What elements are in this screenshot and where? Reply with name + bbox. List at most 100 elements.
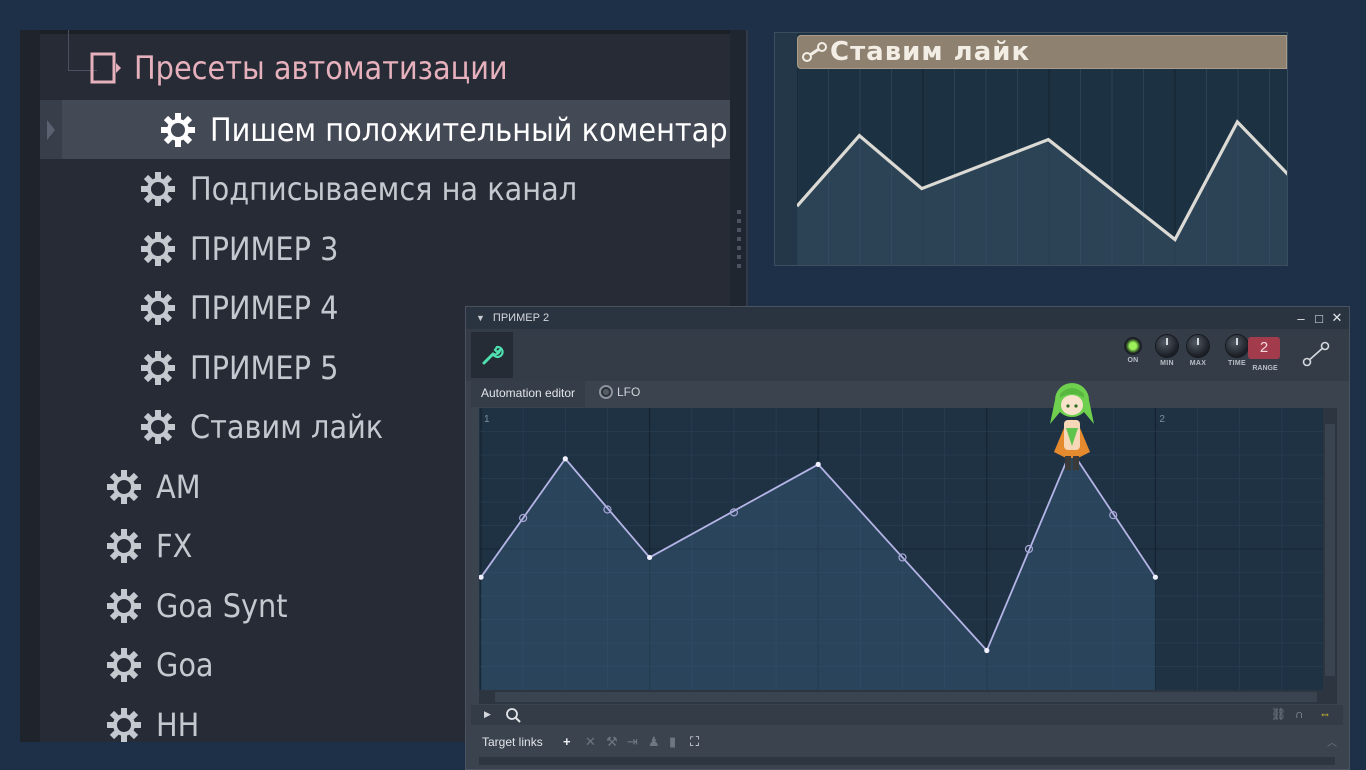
- wrench-icon: [482, 345, 504, 365]
- splitter-grip[interactable]: [737, 210, 741, 270]
- editor-bottom-bar: ▶ ⛓ ∩ ⇔: [471, 705, 1343, 725]
- automation-curve-graph[interactable]: 12: [479, 408, 1323, 690]
- max-knob-group[interactable]: MAX: [1182, 335, 1214, 367]
- browser-item-label: Ставим лайк: [190, 408, 384, 446]
- automation-point: [647, 554, 653, 561]
- browser-top-line: [20, 30, 730, 34]
- tab-lfo[interactable]: LFO: [599, 385, 640, 399]
- automation-point: [1152, 574, 1158, 580]
- link-icon[interactable]: ⛓: [1271, 707, 1286, 721]
- on-label: ON: [1127, 357, 1139, 364]
- max-label: MAX: [1189, 360, 1207, 367]
- window-tabs: Automation editor LFO: [471, 381, 1343, 407]
- window-menu-arrow-icon[interactable]: ▼: [476, 313, 485, 323]
- range-value-box[interactable]: 2: [1248, 337, 1280, 359]
- window-toolbar: ON MIN MAX TIME 2 RANGE: [466, 329, 1349, 381]
- preset-gear-icon: [141, 172, 175, 206]
- maximize-button[interactable]: □: [1310, 307, 1328, 329]
- automation-point: [815, 461, 821, 467]
- zoom-icon[interactable]: [505, 707, 521, 723]
- preset-gear-icon: [107, 707, 141, 742]
- clip-header[interactable]: Ставим лайк: [797, 35, 1287, 69]
- minimize-button[interactable]: –: [1292, 307, 1310, 329]
- bar-marker-1: 1: [484, 414, 490, 425]
- headphones-icon[interactable]: ∩: [1295, 707, 1304, 721]
- browser-item[interactable]: Пишем положительный коментарий: [40, 100, 730, 159]
- bar-marker-2: 2: [1159, 414, 1165, 425]
- target-levels-icon[interactable]: ▮: [669, 734, 676, 750]
- min-label: MIN: [1160, 360, 1174, 367]
- target-links-label: Target links: [482, 735, 543, 749]
- browser-folder-automation-presets[interactable]: Пресеты автоматизации: [90, 38, 730, 97]
- window-titlebar[interactable]: ▼ ПРИМЕР 2 – □ ✕: [466, 307, 1349, 329]
- clip-automation-graph: [797, 69, 1287, 265]
- time-knob[interactable]: [1226, 335, 1248, 357]
- preset-gear-icon: [107, 588, 141, 623]
- preset-gear-icon: [161, 112, 195, 147]
- on-led-icon: [1126, 339, 1140, 353]
- horizontal-scroll-thumb[interactable]: [495, 692, 1317, 702]
- browser-item-label: Goa Synt: [156, 586, 288, 625]
- preset-gear-icon: [141, 231, 175, 266]
- browser-item[interactable]: ПРИМЕР 3: [40, 219, 730, 278]
- browser-item[interactable]: Подписываемся на канал: [40, 160, 730, 219]
- target-links-section: Target links + ✕ ⚒ ⇥ ♟ ▮ ⛶ ︿: [471, 731, 1343, 765]
- fullscreen-icon[interactable]: ⛶: [690, 734, 699, 750]
- clip-left-margin: [775, 33, 797, 265]
- on-toggle[interactable]: ON: [1117, 335, 1149, 364]
- min-knob[interactable]: [1156, 335, 1178, 357]
- browser-splitter[interactable]: [730, 30, 748, 306]
- browser-folder-label: Пресеты автоматизации: [134, 48, 508, 87]
- automation-clip-icon: [802, 42, 827, 62]
- browser-item-label: AM: [156, 467, 201, 506]
- tab-automation-editor[interactable]: Automation editor: [471, 381, 586, 407]
- preset-gear-icon: [107, 529, 141, 563]
- horizontal-scrollbar[interactable]: [479, 690, 1337, 704]
- automation-point: [984, 647, 990, 654]
- lfo-radio-icon[interactable]: [599, 385, 613, 399]
- min-knob-group[interactable]: MIN: [1151, 335, 1183, 367]
- folder-open-icon: [90, 52, 121, 83]
- preset-gear-icon: [107, 648, 141, 682]
- target-mute-icon[interactable]: ♟: [648, 734, 660, 750]
- target-links-list: [479, 757, 1335, 765]
- selected-item-arrow-icon: [40, 100, 62, 159]
- browser-item-label: Goa: [156, 646, 214, 684]
- browser-item-label: HH: [156, 705, 200, 743]
- add-target-icon[interactable]: +: [563, 734, 571, 749]
- browser-item-label: ПРИМЕР 3: [190, 229, 339, 268]
- window-title: ПРИМЕР 2: [492, 312, 550, 324]
- target-wrench-icon[interactable]: ⚒: [606, 734, 618, 750]
- automation-curve-icon[interactable]: [1302, 341, 1330, 367]
- preset-gear-icon: [141, 350, 175, 385]
- vertical-scroll-thumb[interactable]: [1325, 424, 1335, 676]
- automation-clip-window: ▼ ПРИМЕР 2 – □ ✕ ON MIN MAX TIME 2 RANGE…: [465, 306, 1350, 770]
- browser-item-label: FX: [156, 527, 193, 565]
- settings-wrench-button[interactable]: [471, 332, 513, 378]
- close-button[interactable]: ✕: [1328, 307, 1346, 329]
- collapse-chevron-icon[interactable]: ︿: [1327, 734, 1337, 749]
- max-knob[interactable]: [1187, 335, 1209, 357]
- stretch-arrows-icon[interactable]: ⇔: [1319, 707, 1331, 721]
- vertical-scrollbar[interactable]: [1323, 408, 1337, 690]
- preset-gear-icon: [141, 410, 175, 444]
- preset-gear-icon: [141, 291, 175, 325]
- browser-item-label: Пишем положительный коментарий: [210, 110, 730, 149]
- preset-gear-icon: [107, 469, 141, 504]
- curve-area-fill: [481, 450, 1156, 690]
- clip-title: Ставим лайк: [830, 37, 1031, 67]
- play-arrow-icon[interactable]: ▶: [484, 709, 491, 720]
- browser-item-label: ПРИМЕР 5: [190, 348, 339, 387]
- browser-item-label: ПРИМЕР 4: [190, 289, 339, 327]
- mascot-character-image: [1050, 383, 1094, 470]
- target-link-icon[interactable]: ⇥: [627, 734, 638, 750]
- automation-editor-grid[interactable]: 12: [479, 408, 1323, 690]
- tab-lfo-label: LFO: [617, 385, 641, 399]
- browser-gutter: [20, 30, 40, 742]
- range-label: RANGE: [1252, 365, 1278, 372]
- remove-target-icon[interactable]: ✕: [585, 734, 596, 750]
- automation-point: [562, 456, 568, 462]
- browser-item-label: Подписываемся на канал: [190, 170, 578, 208]
- splitter-edge: [746, 30, 748, 306]
- playlist-automation-clip[interactable]: Ставим лайк: [774, 32, 1288, 266]
